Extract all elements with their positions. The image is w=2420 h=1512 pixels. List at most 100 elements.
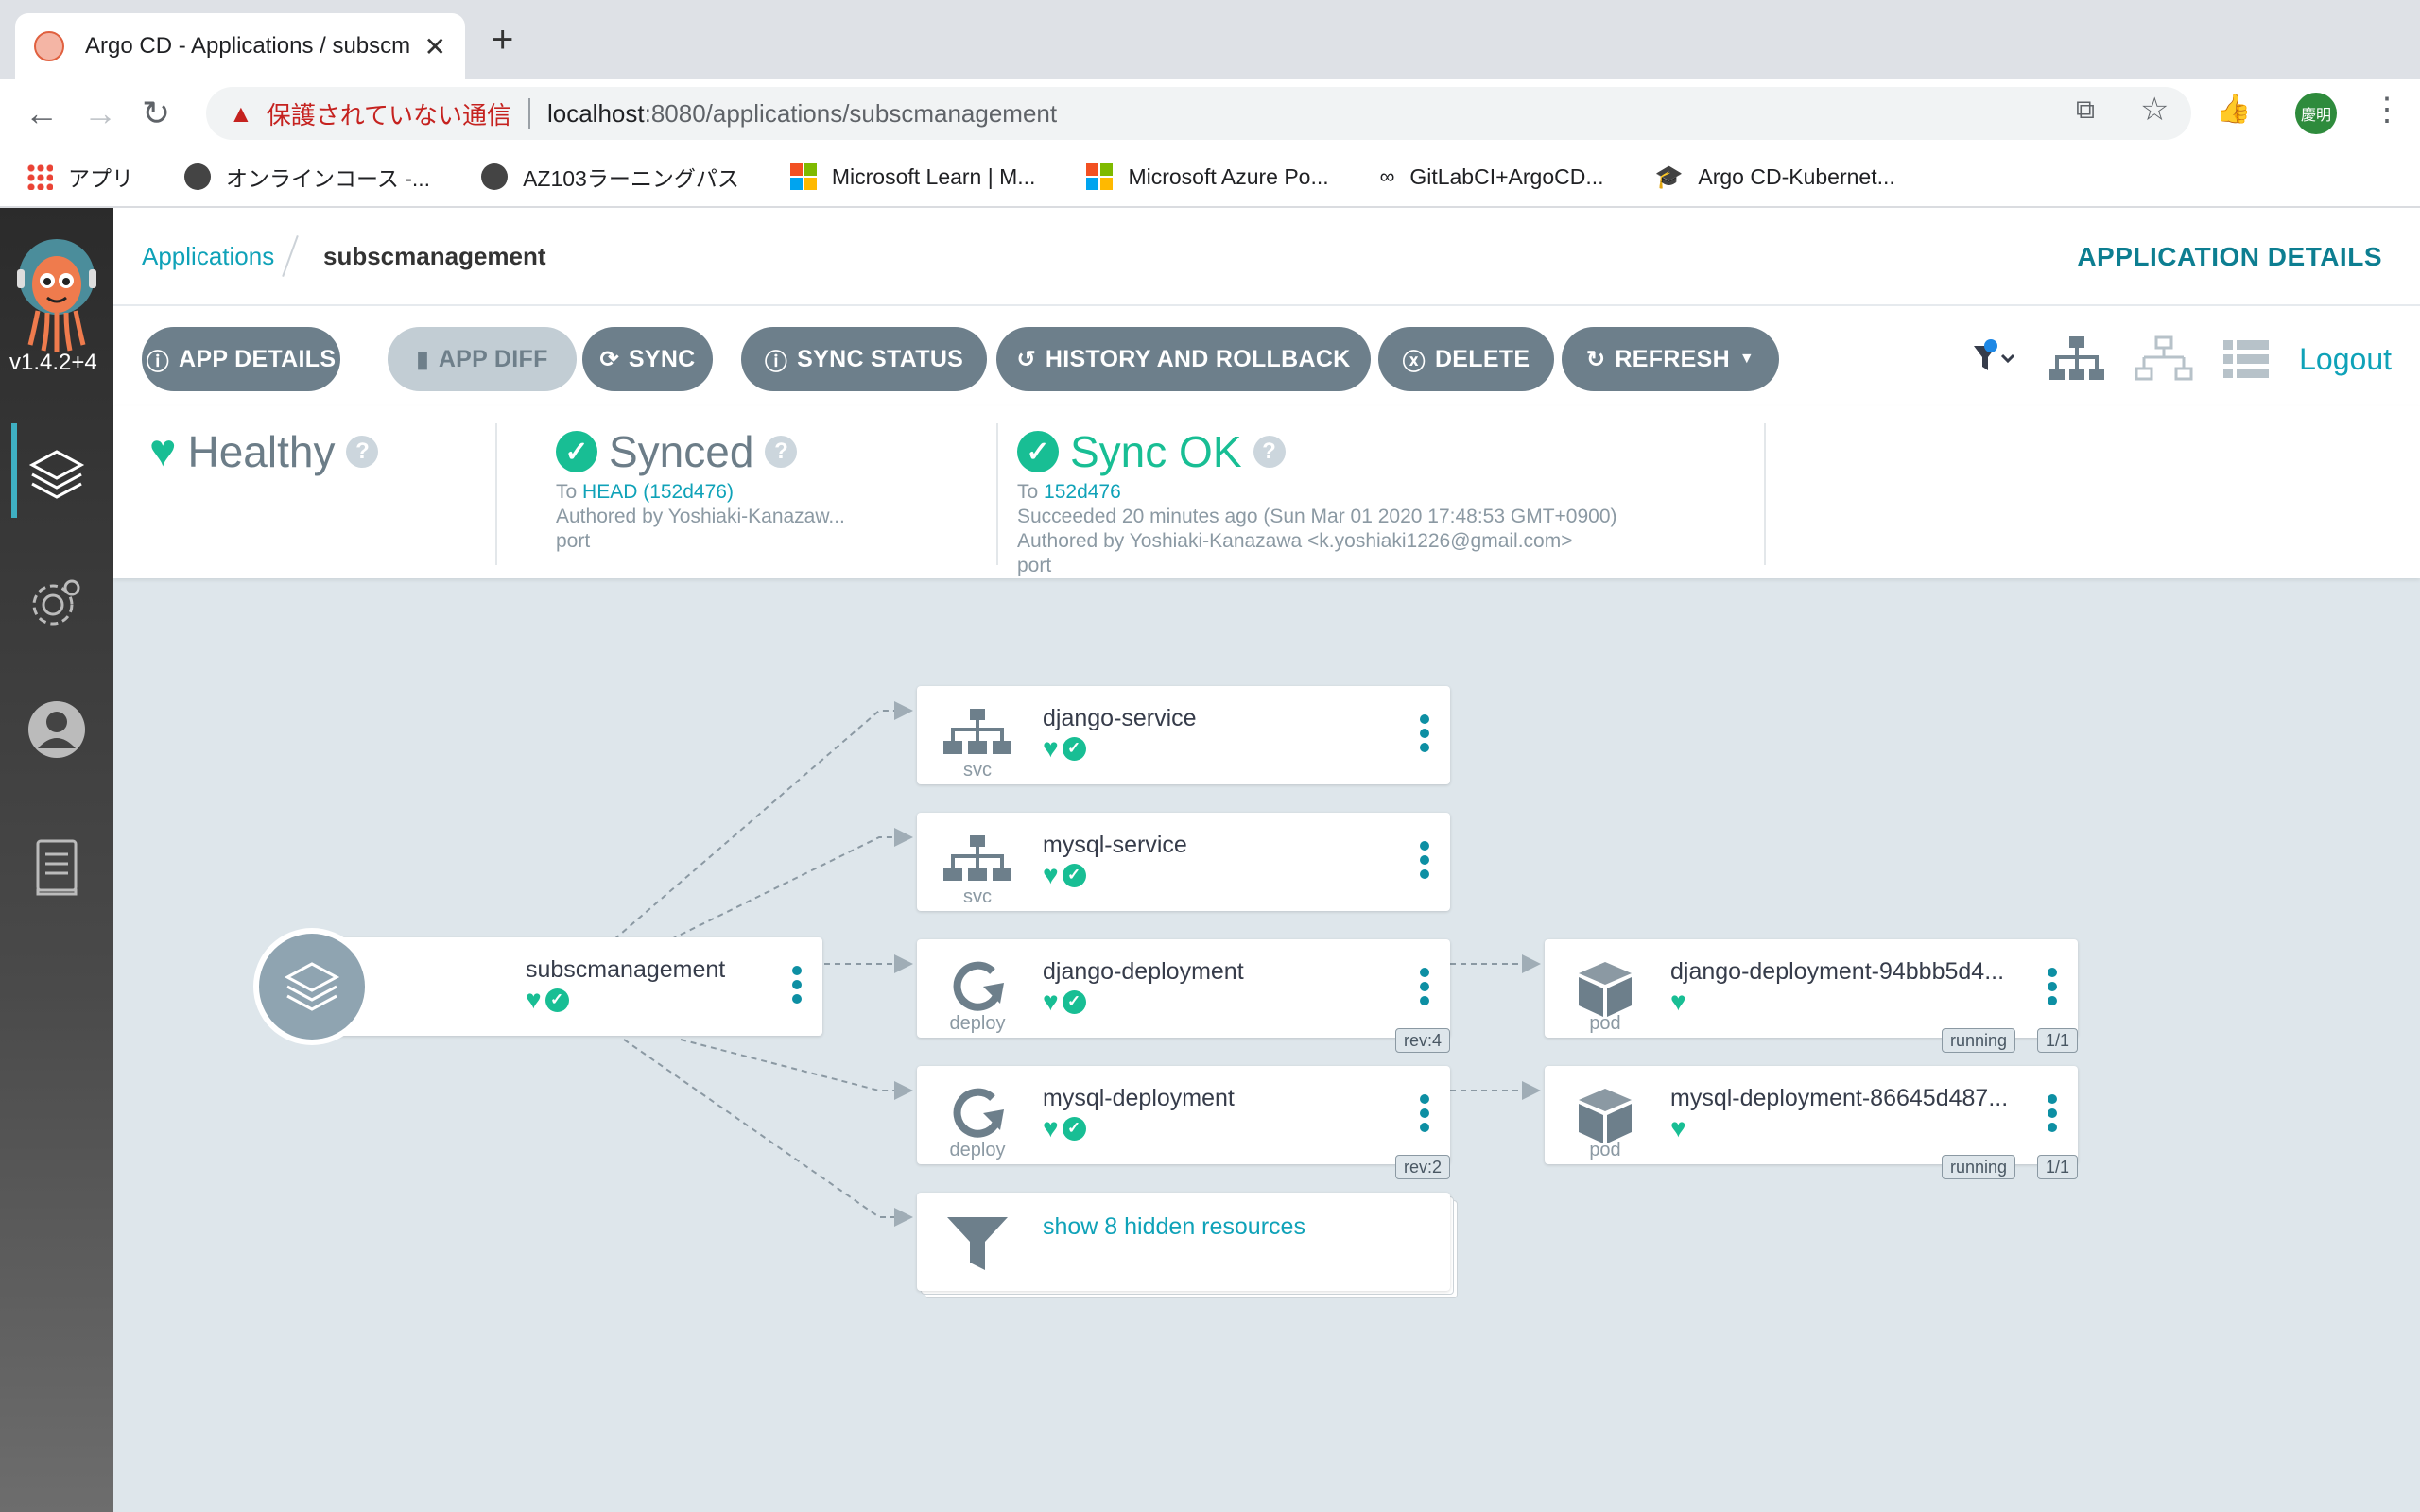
caret-down-icon: ▼ bbox=[1738, 351, 1755, 367]
bookmark-item[interactable]: Microsoft Learn | M... bbox=[789, 163, 1036, 190]
new-tab-button[interactable]: + bbox=[492, 21, 513, 59]
bookmark-label: AZ103ラーニングパス bbox=[523, 166, 739, 191]
health-label: Healthy bbox=[187, 427, 336, 476]
bookmark-label: アプリ bbox=[68, 166, 133, 191]
help-icon[interactable]: ? bbox=[1253, 436, 1286, 468]
help-icon[interactable]: ? bbox=[765, 436, 798, 468]
sync-status: ✓ Synced ? To HEAD (152d476) Authored by… bbox=[537, 423, 998, 565]
sync-author: Authored by Yoshiaki-Kanazaw... bbox=[556, 506, 845, 527]
thumbs-up-icon[interactable]: 👍 bbox=[2216, 93, 2251, 126]
node-menu-icon[interactable] bbox=[1420, 714, 1429, 752]
to-prefix: To bbox=[1017, 481, 1039, 503]
bookmark-star-icon[interactable]: ☆ bbox=[2140, 91, 2169, 129]
node-menu-icon[interactable] bbox=[2048, 968, 2057, 1005]
sync-button[interactable]: ⟳ SYNC bbox=[582, 327, 713, 391]
bookmark-item[interactable]: Microsoft Azure Po... bbox=[1086, 163, 1329, 190]
argo-logo-icon[interactable] bbox=[15, 227, 98, 369]
hidden-resources-node[interactable]: show 8 hidden resources bbox=[917, 1193, 1450, 1291]
user-info-icon[interactable] bbox=[0, 699, 113, 760]
reload-icon[interactable]: ↻ bbox=[142, 94, 170, 132]
node-menu-icon[interactable] bbox=[1420, 841, 1429, 879]
applications-nav-icon[interactable] bbox=[0, 444, 113, 505]
resource-node[interactable]: svc mysql-service ♥ ✓ bbox=[917, 813, 1450, 911]
apps-grid-icon bbox=[26, 163, 53, 190]
heart-icon: ♥ bbox=[526, 985, 542, 1014]
node-kind: svc bbox=[963, 886, 992, 907]
node-status-icons: ♥ bbox=[1670, 988, 1686, 1015]
bookmark-item[interactable]: AZ103ラーニングパス bbox=[481, 161, 739, 193]
address-bar[interactable]: ▲ 保護されていない通信 localhost :8080/application… bbox=[206, 87, 2191, 140]
globe-icon bbox=[481, 163, 509, 190]
info-icon: ⓘ bbox=[764, 349, 788, 375]
resource-node[interactable]: pod mysql-deployment-86645d487... ♥ runn… bbox=[1545, 1066, 2078, 1179]
resource-tree: subscmanagement ♥ ✓ svc django-service ♥ ✓… bbox=[113, 578, 2420, 1512]
sync-revision-link[interactable]: HEAD (152d476) bbox=[582, 481, 734, 503]
docs-icon[interactable] bbox=[0, 837, 113, 898]
check-circle-icon: ✓ bbox=[1062, 736, 1086, 761]
node-menu-icon[interactable] bbox=[1420, 1094, 1429, 1132]
resource-node[interactable]: pod django-deployment-94bbb5d4... ♥ runn… bbox=[1545, 939, 2078, 1053]
browser-tab-strip: Argo CD - Applications / subscm ✕ + bbox=[0, 0, 2420, 79]
pod-ready-badge: 1/1 bbox=[2036, 1028, 2078, 1053]
logout-link[interactable]: Logout bbox=[2299, 342, 2392, 377]
node-status-icons: ♥ bbox=[1670, 1115, 1686, 1142]
bookmark-item[interactable]: アプリ bbox=[26, 161, 133, 193]
sidebar: v1.4.2+4 bbox=[0, 208, 113, 1512]
browser-tab[interactable]: Argo CD - Applications / subscm ✕ bbox=[15, 13, 465, 79]
network-view-icon[interactable] bbox=[2135, 335, 2193, 384]
node-menu-icon[interactable] bbox=[792, 966, 802, 1004]
node-kind: pod bbox=[1589, 1140, 1621, 1160]
address-divider bbox=[527, 98, 530, 129]
resource-node[interactable]: deploy django-deployment ♥ ✓ rev:4 bbox=[917, 939, 1450, 1053]
check-circle-icon: ✓ bbox=[1062, 989, 1086, 1014]
node-name: subscmanagement bbox=[526, 956, 726, 983]
filter-icon[interactable] bbox=[1970, 338, 2019, 380]
help-icon[interactable]: ? bbox=[346, 436, 379, 468]
sync-message: port bbox=[556, 530, 591, 552]
button-label: APP DETAILS bbox=[179, 345, 337, 372]
check-circle-icon: ✓ bbox=[556, 431, 597, 472]
heart-icon: ♥ bbox=[149, 426, 177, 476]
file-diff-icon: ▮ bbox=[416, 346, 429, 372]
delete-button[interactable]: ⓧ DELETE bbox=[1378, 327, 1554, 391]
operation-revision-link[interactable]: 152d476 bbox=[1044, 481, 1121, 503]
app-details-button[interactable]: ⓘ APP DETAILS bbox=[142, 327, 340, 391]
forward-icon[interactable]: → bbox=[83, 94, 117, 132]
node-status-icons: ♥ ✓ bbox=[1043, 735, 1086, 762]
node-status-icons: ♥ ✓ bbox=[526, 987, 569, 1013]
browser-menu-icon[interactable]: ⋮ bbox=[2371, 91, 2403, 129]
microsoft-icon bbox=[1086, 163, 1114, 190]
app-diff-button[interactable]: ▮ APP DIFF bbox=[388, 327, 577, 391]
check-circle-icon: ✓ bbox=[1062, 863, 1086, 887]
node-menu-icon[interactable] bbox=[2048, 1094, 2057, 1132]
breadcrumb-applications-link[interactable]: Applications bbox=[142, 242, 274, 271]
list-view-icon[interactable] bbox=[2221, 338, 2271, 380]
resource-node[interactable]: deploy mysql-deployment ♥ ✓ rev:2 bbox=[917, 1066, 1450, 1179]
bookmark-label: Microsoft Learn | M... bbox=[831, 163, 1036, 189]
tab-title: Argo CD - Applications / subscm bbox=[85, 33, 411, 59]
check-circle-icon: ✓ bbox=[544, 988, 569, 1012]
back-icon[interactable]: ← bbox=[25, 94, 59, 132]
sync-revision-line: To HEAD (152d476) bbox=[537, 480, 996, 505]
operation-message: port bbox=[1017, 555, 1052, 576]
history-rollback-button[interactable]: ↺ HISTORY AND ROLLBACK bbox=[996, 327, 1371, 391]
show-hidden-resources-link[interactable]: show 8 hidden resources bbox=[1043, 1213, 1305, 1241]
bookmark-item[interactable]: ∞ GitLabCI+ArgoCD... bbox=[1380, 164, 1604, 190]
translate-icon[interactable]: ⧉ bbox=[2076, 94, 2095, 126]
bookmark-item[interactable]: オンラインコース -... bbox=[184, 161, 430, 193]
node-name: django-service bbox=[1043, 705, 1197, 731]
bookmark-item[interactable]: 🎓 Argo CD-Kubernet... bbox=[1655, 163, 1895, 191]
refresh-button[interactable]: ↻ REFRESH ▼ bbox=[1562, 327, 1779, 391]
tree-view-icon[interactable] bbox=[2048, 335, 2106, 384]
app-node[interactable]: subscmanagement ♥ ✓ bbox=[312, 937, 822, 1036]
button-label: SYNC STATUS bbox=[797, 345, 964, 372]
sync-status-button[interactable]: ⓘ SYNC STATUS bbox=[741, 327, 987, 391]
settings-gear-icon[interactable] bbox=[0, 573, 113, 633]
close-tab-icon[interactable]: ✕ bbox=[424, 31, 446, 62]
health-row: ♥ Healthy ? bbox=[149, 423, 495, 480]
deployment-icon bbox=[953, 961, 1004, 1011]
profile-avatar[interactable]: 慶明 bbox=[2295, 93, 2337, 134]
node-menu-icon[interactable] bbox=[1420, 968, 1429, 1005]
resource-node[interactable]: svc django-service ♥ ✓ bbox=[917, 686, 1450, 784]
heart-icon: ♥ bbox=[1043, 860, 1059, 889]
